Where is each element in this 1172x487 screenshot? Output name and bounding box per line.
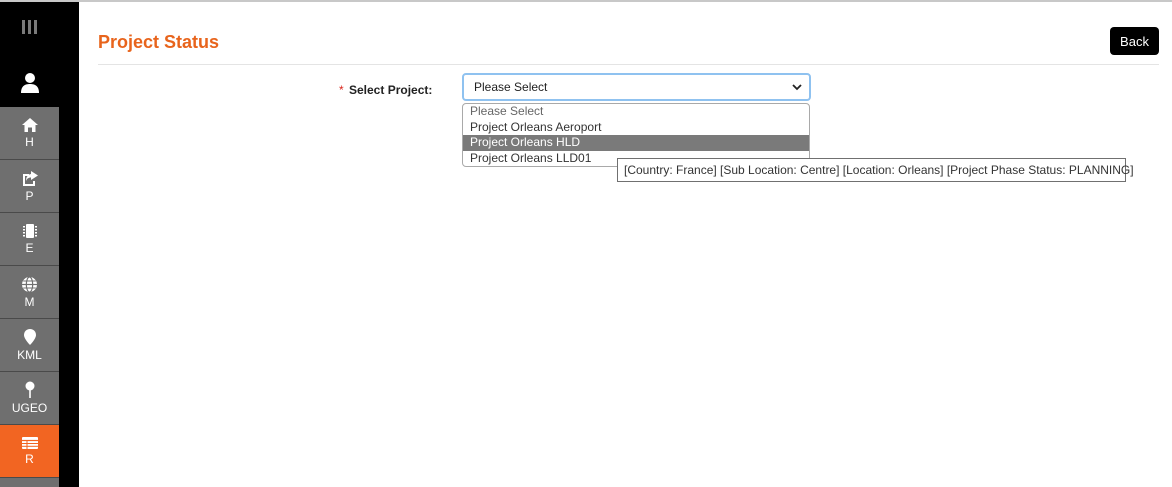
dropdown-option-highlighted[interactable]: Project Orleans HLD: [463, 135, 809, 151]
back-button[interactable]: Back: [1110, 27, 1159, 55]
sidebar-item-ugeo[interactable]: UGEO: [0, 372, 59, 425]
sidebar-item-label: M: [24, 294, 35, 309]
header-divider: [98, 64, 1159, 65]
sidebar-item-projects[interactable]: P: [0, 160, 59, 213]
home-icon: [21, 118, 38, 132]
sidebar-nav: H P E M KML UGEO R: [0, 107, 59, 487]
globe-icon: [22, 275, 37, 293]
sidebar-item-label: E: [25, 241, 34, 255]
sidebar-item-label: KML: [17, 348, 42, 362]
project-select-value: Please Select: [474, 80, 548, 94]
sidebar-item-map[interactable]: M: [0, 266, 59, 319]
share-icon: [22, 170, 38, 186]
sidebar-item-label: R: [25, 452, 34, 466]
menu-toggle[interactable]: [0, 2, 59, 52]
sidebar-item-partial[interactable]: [0, 478, 59, 487]
dropdown-option[interactable]: Please Select: [463, 104, 809, 120]
sidebar-item-label: H: [25, 135, 34, 149]
sidebar-item-kml[interactable]: KML: [0, 319, 59, 372]
table-icon: [21, 437, 38, 449]
map-marker-icon: [23, 329, 36, 345]
pin-icon: [25, 381, 34, 398]
sidebar-item-label: UGEO: [11, 401, 48, 415]
select-project-label: Select Project:: [349, 83, 433, 97]
option-tooltip: [Country: France] [Sub Location: Centre]…: [617, 158, 1134, 182]
dropdown-option[interactable]: Project Orleans Aeroport: [463, 120, 809, 136]
chevron-down-icon: [792, 84, 802, 91]
required-marker: *: [339, 83, 344, 97]
menu-icon: [22, 20, 37, 34]
user-profile-button[interactable]: [0, 60, 59, 106]
sidebar-item-home[interactable]: H: [0, 107, 59, 160]
project-select[interactable]: Please Select: [462, 73, 811, 101]
sidebar-item-label: P: [25, 188, 34, 203]
page-title: Project Status: [98, 32, 220, 52]
chip-icon: [22, 224, 37, 238]
sidebar-item-reports[interactable]: R: [0, 425, 59, 478]
user-icon: [20, 73, 39, 93]
sidebar: H P E M KML UGEO R: [0, 2, 79, 487]
window-top-border: [0, 0, 1172, 2]
sidebar-item-equipment[interactable]: E: [0, 213, 59, 266]
